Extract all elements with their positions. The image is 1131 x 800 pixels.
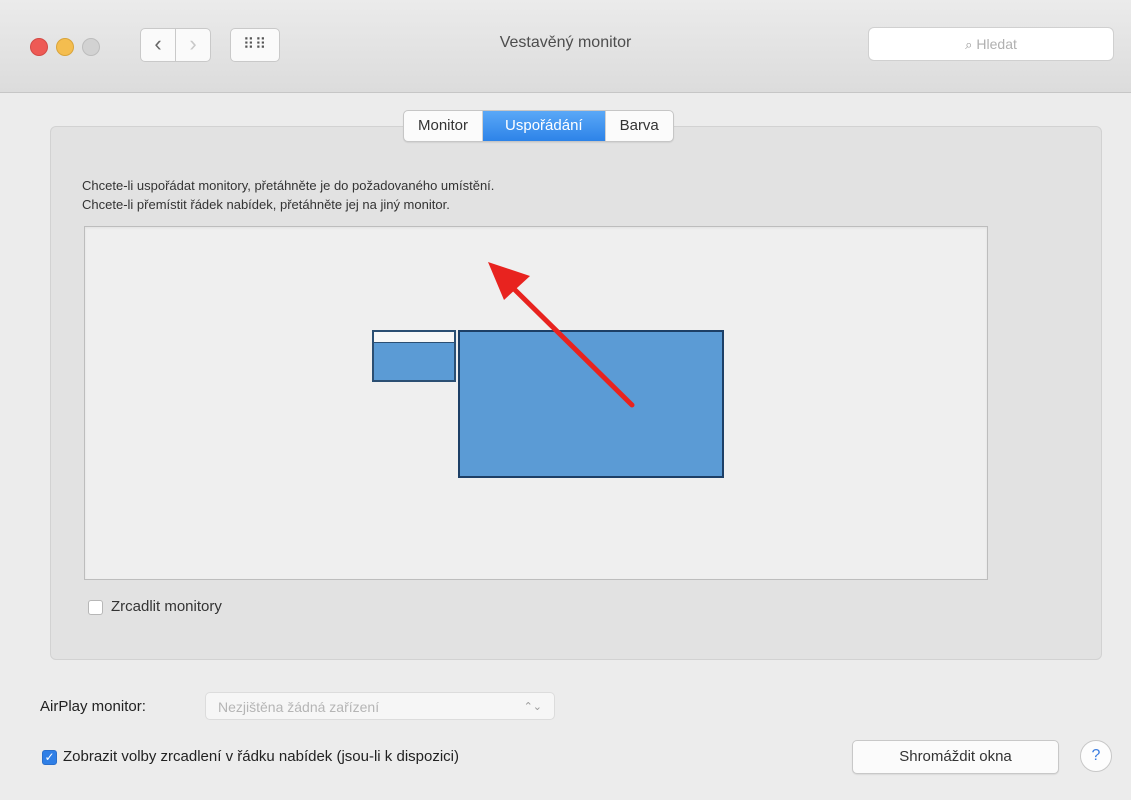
secondary-display[interactable] xyxy=(372,330,456,382)
show-mirroring-label: Zobrazit volby zrcadlení v řádku nabídek… xyxy=(63,748,459,765)
chevron-left-icon: ‹ xyxy=(154,31,162,56)
close-window-button[interactable] xyxy=(30,38,48,56)
menu-bar-indicator[interactable] xyxy=(374,332,454,343)
mirror-displays-option[interactable]: Zrcadlit monitory xyxy=(88,598,222,615)
chevron-right-icon: › xyxy=(189,31,197,56)
title-bar: ‹ › ⠿⠿ Vestavěný monitor ⌕ Hledat xyxy=(0,0,1131,93)
search-field[interactable]: ⌕ Hledat xyxy=(868,27,1114,61)
show-mirroring-checkbox[interactable]: ✓ xyxy=(42,749,57,765)
forward-button[interactable]: › xyxy=(175,28,211,62)
grid-icon: ⠿⠿ xyxy=(243,35,267,53)
instruction-arrange: Chcete-li uspořádat monitory, přetáhněte… xyxy=(82,178,495,193)
red-arrow-annotation xyxy=(488,262,635,408)
zoom-window-button[interactable] xyxy=(82,38,100,56)
mirror-displays-label: Zrcadlit monitory xyxy=(111,598,222,615)
show-all-button[interactable]: ⠿⠿ xyxy=(230,28,280,62)
show-mirroring-option[interactable]: ✓ Zobrazit volby zrcadlení v řádku nabíde… xyxy=(42,748,459,765)
minimize-window-button[interactable] xyxy=(56,38,74,56)
airplay-select-value: Nezjištěna žádná zařízení xyxy=(218,699,380,715)
gather-windows-button[interactable]: Shromáždit okna xyxy=(852,740,1059,774)
tab-arrangement[interactable]: Uspořádání xyxy=(483,111,606,141)
help-button[interactable]: ? xyxy=(1080,740,1112,772)
tab-bar: Monitor Uspořádání Barva xyxy=(403,110,674,142)
tab-color[interactable]: Barva xyxy=(606,111,673,141)
tab-monitor[interactable]: Monitor xyxy=(404,111,484,141)
search-placeholder: Hledat xyxy=(976,36,1017,52)
window-title: Vestavěný monitor xyxy=(499,34,632,51)
airplay-label: AirPlay monitor: xyxy=(40,698,146,715)
mirror-displays-checkbox[interactable] xyxy=(88,599,103,615)
instruction-menubar: Chcete-li přemístit řádek nabídek, přetá… xyxy=(82,197,450,212)
back-button[interactable]: ‹ xyxy=(140,28,176,62)
airplay-display-select[interactable]: Nezjištěna žádná zařízení ⌃⌄ xyxy=(205,692,555,720)
search-icon: ⌕ xyxy=(965,38,973,53)
chevron-updown-icon: ⌃⌄ xyxy=(523,700,542,713)
